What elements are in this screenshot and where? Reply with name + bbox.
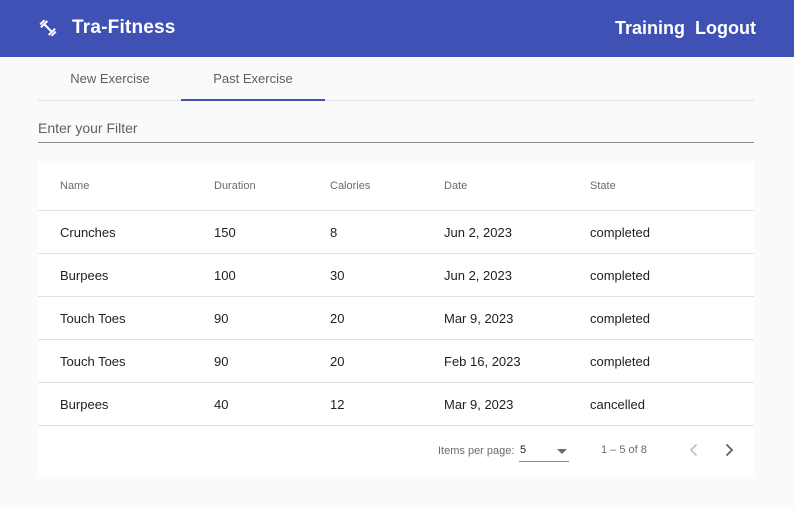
table-row: Touch Toes 90 20 Mar 9, 2023 completed <box>38 297 754 340</box>
cell-calories: 30 <box>330 267 345 283</box>
cell-state: completed <box>590 267 650 283</box>
cell-date: Jun 2, 2023 <box>444 267 512 283</box>
cell-duration: 90 <box>214 310 229 326</box>
items-per-page-label: Items per page: <box>438 445 515 457</box>
previous-page-button[interactable] <box>682 438 706 462</box>
table-header-row: Name Duration Calories Date State <box>38 161 754 211</box>
table-row: Crunches 150 8 Jun 2, 2023 completed <box>38 211 754 254</box>
cell-state: completed <box>590 310 650 326</box>
filter-field <box>38 112 754 143</box>
cell-date: Mar 9, 2023 <box>444 396 514 412</box>
cell-duration: 40 <box>214 396 229 412</box>
cell-name: Burpees <box>60 396 109 412</box>
filter-input[interactable] <box>38 112 754 142</box>
cell-state: completed <box>590 353 650 369</box>
logout-link[interactable]: Logout <box>695 18 756 39</box>
table-row: Touch Toes 90 20 Feb 16, 2023 completed <box>38 340 754 383</box>
cell-state: completed <box>590 224 650 240</box>
cell-duration: 100 <box>214 267 236 283</box>
cell-calories: 20 <box>330 310 345 326</box>
table-row: Burpees 40 12 Mar 9, 2023 cancelled <box>38 383 754 426</box>
cell-date: Jun 2, 2023 <box>444 224 512 240</box>
app-toolbar: Tra-Fitness Training Logout <box>0 0 794 57</box>
dropdown-arrow-icon <box>557 449 567 454</box>
dumbbell-icon <box>38 18 58 38</box>
chevron-left-icon <box>689 443 698 457</box>
header-state[interactable]: State <box>590 161 616 210</box>
cell-name: Burpees <box>60 267 109 283</box>
header-calories[interactable]: Calories <box>330 161 370 210</box>
page-range-label: 1 – 5 of 8 <box>601 444 647 456</box>
items-per-page-value: 5 <box>520 444 527 456</box>
training-link[interactable]: Training <box>615 18 685 39</box>
header-name[interactable]: Name <box>60 161 89 210</box>
cell-duration: 150 <box>214 224 236 240</box>
cell-name: Crunches <box>60 224 116 240</box>
paginator: Items per page: 5 1 – 5 of 8 <box>38 426 754 476</box>
cell-calories: 8 <box>330 224 338 240</box>
header-duration[interactable]: Duration <box>214 161 256 210</box>
chevron-right-icon <box>725 443 734 457</box>
cell-state: cancelled <box>590 396 645 412</box>
cell-name: Touch Toes <box>60 310 126 326</box>
items-per-page-select[interactable]: 5 <box>519 440 569 462</box>
brand: Tra-Fitness <box>38 17 176 39</box>
header-date[interactable]: Date <box>444 161 467 210</box>
cell-date: Mar 9, 2023 <box>444 310 514 326</box>
exercise-tabs: New Exercise Past Exercise <box>38 57 754 101</box>
table-row: Burpees 100 30 Jun 2, 2023 completed <box>38 254 754 297</box>
exercise-table-card: Name Duration Calories Date State Crunch… <box>38 161 754 476</box>
cell-date: Feb 16, 2023 <box>444 353 521 369</box>
cell-calories: 12 <box>330 396 345 412</box>
tab-new-exercise[interactable]: New Exercise <box>38 57 182 100</box>
cell-calories: 20 <box>330 353 345 369</box>
cell-duration: 90 <box>214 353 229 369</box>
cell-name: Touch Toes <box>60 353 126 369</box>
top-nav: Training Logout <box>615 18 756 39</box>
next-page-button[interactable] <box>717 438 741 462</box>
tab-past-exercise[interactable]: Past Exercise <box>181 57 325 101</box>
app-title[interactable]: Tra-Fitness <box>72 17 176 39</box>
